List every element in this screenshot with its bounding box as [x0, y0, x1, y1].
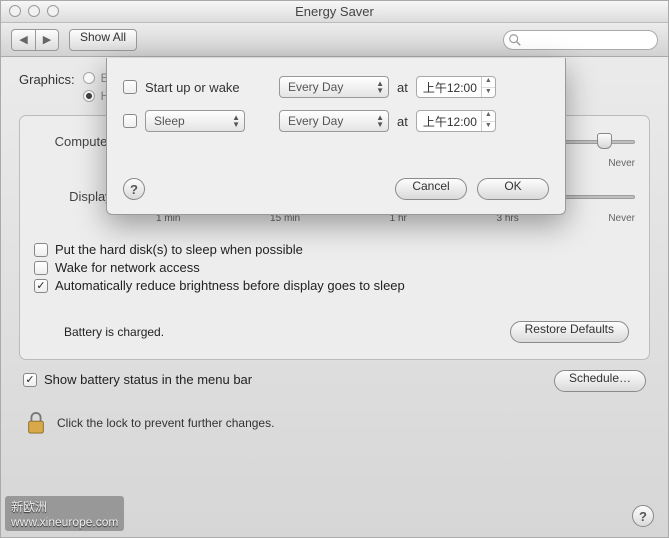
battery-status-text: Battery is charged.	[40, 325, 164, 339]
stepper-icon[interactable]: ▲▼	[481, 111, 495, 131]
show-battery-menubar-checkbox[interactable]: ✓	[23, 373, 37, 387]
restore-defaults-button[interactable]: Restore Defaults	[510, 321, 629, 343]
wake-network-label: Wake for network access	[55, 260, 200, 275]
titlebar: Energy Saver	[1, 1, 668, 23]
at-label: at	[397, 80, 408, 95]
auto-dim-checkbox[interactable]: ✓	[34, 279, 48, 293]
toolbar: ◀ ▶ Show All	[1, 23, 668, 57]
search-icon	[508, 33, 522, 47]
sleep-type-popup[interactable]: Sleep ▲▼	[145, 110, 245, 132]
minimize-window-button[interactable]	[28, 5, 40, 17]
nav-forward-button[interactable]: ▶	[35, 29, 59, 51]
startup-wake-label: Start up or wake	[145, 80, 240, 95]
startup-wake-checkbox[interactable]	[123, 80, 137, 94]
search-input[interactable]	[503, 30, 658, 50]
startup-wake-frequency-popup[interactable]: Every Day ▲▼	[279, 76, 389, 98]
lock-text: Click the lock to prevent further change…	[57, 416, 274, 430]
stepper-icon[interactable]: ▲▼	[481, 77, 495, 97]
ok-button[interactable]: OK	[477, 178, 549, 200]
window-title: Energy Saver	[1, 1, 668, 23]
schedule-button[interactable]: Schedule…	[554, 370, 646, 392]
schedule-sheet: Start up or wake Every Day ▲▼ at 上午12:00…	[106, 58, 566, 215]
harddisk-sleep-label: Put the hard disk(s) to sleep when possi…	[55, 242, 303, 257]
wake-network-checkbox[interactable]	[34, 261, 48, 275]
startup-wake-time-field[interactable]: 上午12:00 ▲▼	[416, 76, 496, 98]
auto-dim-label: Automatically reduce brightness before d…	[55, 278, 405, 293]
show-battery-menubar-label: Show battery status in the menu bar	[44, 372, 252, 387]
nav-back-button[interactable]: ◀	[11, 29, 35, 51]
watermark: 新欧洲 www.xineurope.com	[5, 496, 124, 531]
lock-icon[interactable]	[25, 410, 47, 436]
help-button[interactable]: ?	[632, 505, 654, 527]
show-all-button[interactable]: Show All	[69, 29, 137, 51]
sheet-help-button[interactable]: ?	[123, 178, 145, 200]
close-window-button[interactable]	[9, 5, 21, 17]
harddisk-sleep-checkbox[interactable]	[34, 243, 48, 257]
zoom-window-button[interactable]	[47, 5, 59, 17]
sleep-checkbox[interactable]	[123, 114, 137, 128]
sleep-time-field[interactable]: 上午12:00 ▲▼	[416, 110, 496, 132]
graphics-label: Graphics:	[19, 72, 75, 103]
sleep-frequency-popup[interactable]: Every Day ▲▼	[279, 110, 389, 132]
cancel-button[interactable]: Cancel	[395, 178, 467, 200]
